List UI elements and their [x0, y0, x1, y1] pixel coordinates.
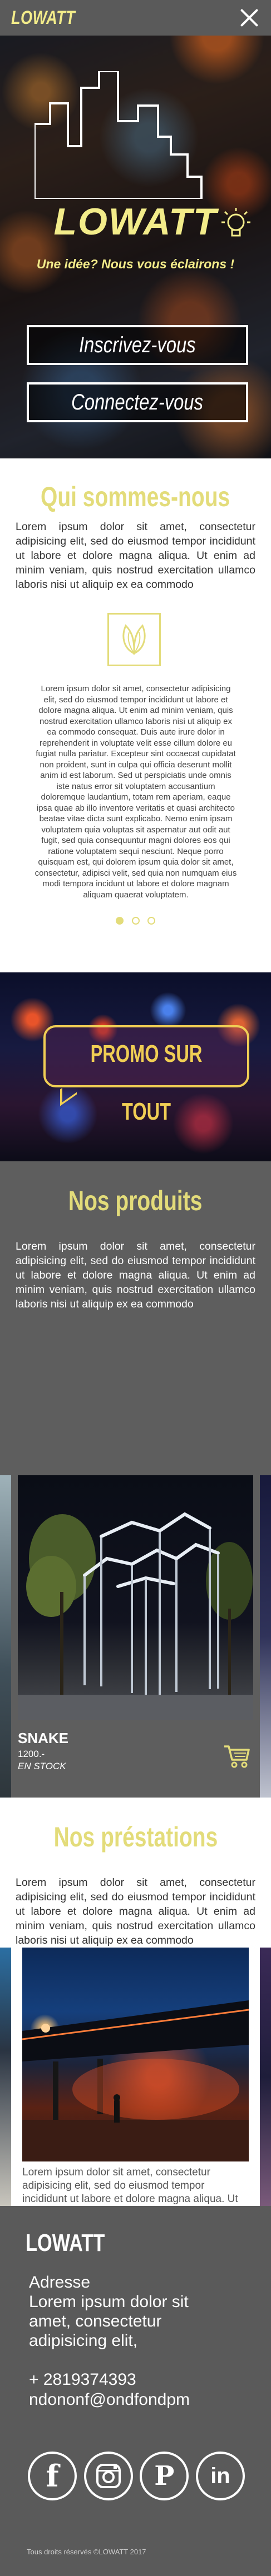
email-address[interactable]: ndononf@ondfondpm [29, 2390, 240, 2410]
prev-slide-peek[interactable] [0, 1948, 11, 2206]
service-photo[interactable] [22, 1948, 249, 2161]
carousel-dot-1[interactable] [116, 917, 124, 925]
city-skyline-outline [35, 71, 203, 199]
services-title: Nos préstations [53, 1821, 218, 1853]
bridge-night-illustration [22, 2000, 249, 2161]
instagram-icon[interactable] [83, 2452, 133, 2500]
product-name: SNAKE [18, 1730, 69, 1746]
about-carousel-dots [0, 917, 271, 927]
login-button-label: Connectez-vous [71, 390, 204, 415]
address-label: Adresse [29, 2273, 91, 2292]
carousel-dot-3[interactable] [147, 917, 155, 925]
product-price: 1200.- [18, 1749, 45, 1759]
carousel-dot-2[interactable] [131, 917, 140, 925]
promo-banner[interactable]: PROMO SUR TOUT [0, 972, 271, 1161]
leaf-icon [107, 613, 161, 666]
linkedin-icon[interactable]: in [195, 2452, 245, 2500]
signup-button[interactable]: Inscrivez-vous [27, 325, 248, 365]
about-section: Qui sommes-nous Lorem ipsum dolor sit am… [0, 458, 271, 972]
products-section: Nos produits Lorem ipsum dolor sit amet,… [0, 1161, 271, 1798]
hero-tagline: Une idée? Nous vous éclairons ! [36, 257, 235, 271]
footer: LOWATT Adresse Lorem ipsum dolor sit ame… [0, 2206, 271, 2576]
footer-contact: + 2819374393 ndononf@ondfondpm [29, 2370, 240, 2410]
copyright: Tous droits réservés ©LOWATT 2017 [27, 2548, 146, 2556]
services-lead: Lorem ipsum dolor sit amet, consectetur … [16, 1876, 255, 1946]
product-photo[interactable] [18, 1475, 253, 1720]
products-title: Nos produits [68, 1185, 203, 1216]
about-title: Qui sommes-nous [41, 481, 230, 512]
phone-number[interactable]: + 2819374393 [29, 2370, 240, 2390]
about-lead: Lorem ipsum dolor sit amet, consectetur … [16, 521, 255, 591]
social-links: f P in [28, 2452, 245, 2500]
next-slide-peek[interactable] [260, 1475, 271, 1798]
top-bar: LOWATT [0, 0, 271, 36]
cart-icon[interactable] [223, 1744, 251, 1769]
lamp-installation-illustration [18, 1512, 253, 1720]
prev-slide-peek[interactable] [0, 1475, 11, 1798]
service-caption: Lorem ipsum dolor sit amet, consectetur … [22, 2166, 238, 2205]
pinterest-icon[interactable]: P [140, 2452, 189, 2500]
address-text: Lorem ipsum dolor sit amet, consectetur … [29, 2293, 189, 2350]
footer-address: Adresse Lorem ipsum dolor sit amet, cons… [29, 2273, 213, 2350]
facebook-icon[interactable]: f [28, 2452, 77, 2500]
product-stock: EN STOCK [18, 1761, 66, 1771]
products-lead: Lorem ipsum dolor sit amet, consectetur … [16, 1240, 255, 1310]
about-body: Lorem ipsum dolor sit amet, consectetur … [35, 684, 237, 900]
signup-button-label: Inscrivez-vous [79, 333, 196, 357]
services-section: Nos préstations Lorem ipsum dolor sit am… [0, 1798, 271, 2206]
hero-section: LOWATT Une idée? Nous vous éclairons ! I… [0, 0, 271, 458]
promo-label: PROMO SUR TOUT [90, 1040, 203, 1125]
close-icon[interactable] [240, 8, 259, 27]
product-info: SNAKE 1200.- EN STOCK [18, 1720, 253, 1798]
footer-logo[interactable]: LOWATT [26, 2229, 127, 2257]
next-slide-peek[interactable] [260, 1948, 271, 2206]
header-logo[interactable]: LOWATT [11, 7, 75, 29]
hero-brand: LOWATT [53, 201, 218, 243]
login-button[interactable]: Connectez-vous [27, 382, 248, 422]
services-carousel[interactable]: Lorem ipsum dolor sit amet, consectetur … [0, 1948, 271, 2206]
products-carousel[interactable]: SNAKE 1200.- EN STOCK [0, 1475, 271, 1798]
